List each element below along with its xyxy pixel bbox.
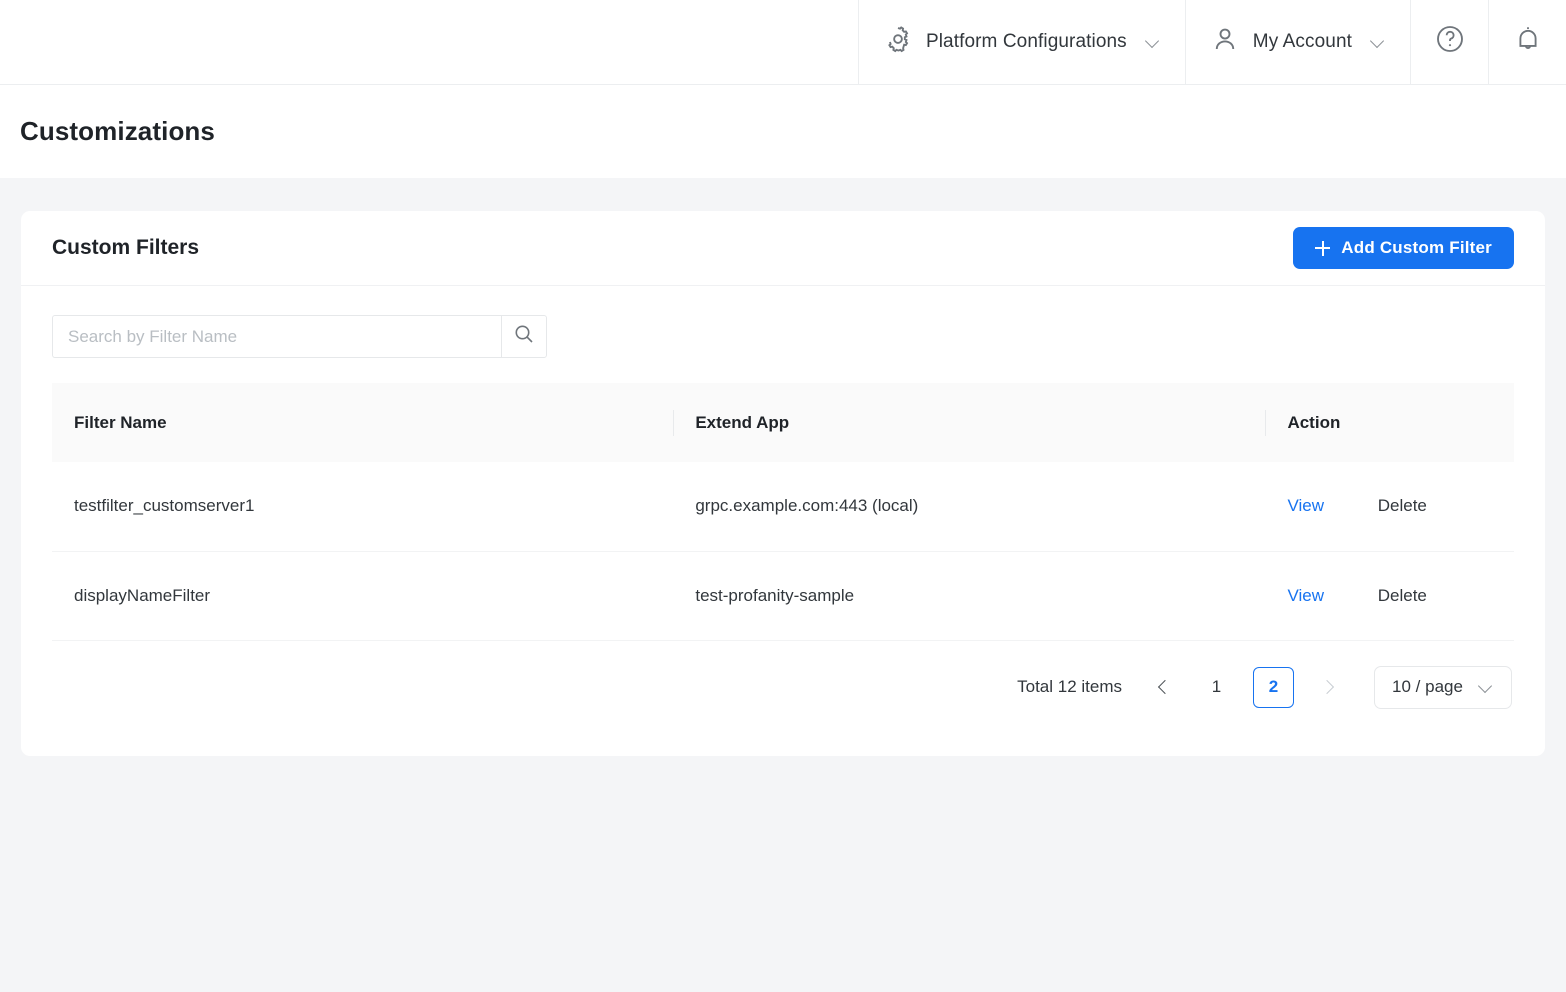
- table-row: displayNameFilter test-profanity-sample …: [52, 551, 1514, 641]
- platform-configurations-menu[interactable]: Platform Configurations: [857, 0, 1185, 84]
- page-size-label: 10 / page: [1392, 677, 1463, 696]
- user-icon: [1210, 24, 1240, 60]
- custom-filters-table: Filter Name Extend App Action testfilter…: [52, 383, 1514, 641]
- search-button[interactable]: [501, 315, 547, 358]
- cell-filter-name: displayNameFilter: [52, 551, 674, 641]
- table-header-row: Filter Name Extend App Action: [52, 383, 1514, 462]
- pagination-page-2[interactable]: 2: [1253, 666, 1294, 708]
- top-navigation-bar: Platform Configurations My Account: [0, 0, 1566, 85]
- platform-configurations-label: Platform Configurations: [925, 31, 1127, 52]
- chevron-down-icon: [1371, 35, 1386, 50]
- bell-icon: [1512, 23, 1544, 61]
- column-header-action: Action: [1265, 383, 1514, 462]
- card-header: Custom Filters Add Custom Filter: [21, 211, 1545, 286]
- table-row: testfilter_customserver1 grpc.example.co…: [52, 462, 1514, 552]
- pagination-prev-button[interactable]: [1146, 670, 1180, 704]
- column-header-filter-name: Filter Name: [52, 383, 674, 462]
- page-size-select[interactable]: 10 / page: [1374, 665, 1512, 709]
- my-account-label: My Account: [1252, 31, 1352, 52]
- chevron-left-icon: [1158, 682, 1169, 693]
- add-custom-filter-button[interactable]: Add Custom Filter: [1293, 227, 1514, 269]
- add-custom-filter-label: Add Custom Filter: [1341, 238, 1492, 257]
- cell-extend-app: grpc.example.com:443 (local): [673, 462, 1266, 552]
- page-title: Customizations: [20, 116, 215, 146]
- pagination-next-button[interactable]: [1310, 670, 1344, 704]
- view-link[interactable]: View: [1287, 586, 1324, 605]
- notifications-button[interactable]: [1488, 0, 1566, 84]
- table-head: Filter Name Extend App Action: [52, 383, 1514, 462]
- pagination-total: Total 12 items: [1017, 677, 1122, 696]
- pagination: Total 12 items 1 2 10 / page: [52, 641, 1514, 734]
- gear-icon: [883, 24, 913, 60]
- custom-filters-card: Custom Filters Add Custom Filter Search …: [21, 211, 1545, 756]
- pagination-page-1[interactable]: 1: [1196, 667, 1237, 708]
- search-bar: [52, 315, 547, 358]
- chevron-right-icon: [1322, 682, 1333, 693]
- column-header-extend-app: Extend App: [673, 383, 1266, 462]
- cell-filter-name: testfilter_customserver1: [52, 462, 674, 552]
- search-icon: [512, 322, 536, 351]
- search-input[interactable]: [52, 315, 501, 358]
- my-account-menu[interactable]: My Account: [1184, 0, 1410, 84]
- plus-icon: [1315, 240, 1331, 256]
- chevron-down-icon: [1146, 35, 1161, 50]
- card-body: Filter Name Extend App Action testfilter…: [21, 286, 1545, 734]
- cell-action: View Delete: [1265, 551, 1514, 641]
- page-content: Custom Filters Add Custom Filter Search …: [0, 178, 1566, 756]
- table-body: testfilter_customserver1 grpc.example.co…: [52, 462, 1514, 641]
- view-link[interactable]: View: [1287, 496, 1324, 515]
- card-title: Custom Filters: [52, 236, 200, 259]
- cell-extend-app: test-profanity-sample: [673, 551, 1266, 641]
- help-circle-icon: [1434, 23, 1466, 61]
- delete-link[interactable]: Delete: [1378, 586, 1427, 605]
- help-button[interactable]: [1410, 0, 1488, 84]
- delete-link[interactable]: Delete: [1378, 496, 1427, 515]
- cell-action: View Delete: [1265, 462, 1514, 552]
- chevron-down-icon: [1479, 680, 1494, 695]
- page-title-bar: Customizations: [0, 85, 1566, 178]
